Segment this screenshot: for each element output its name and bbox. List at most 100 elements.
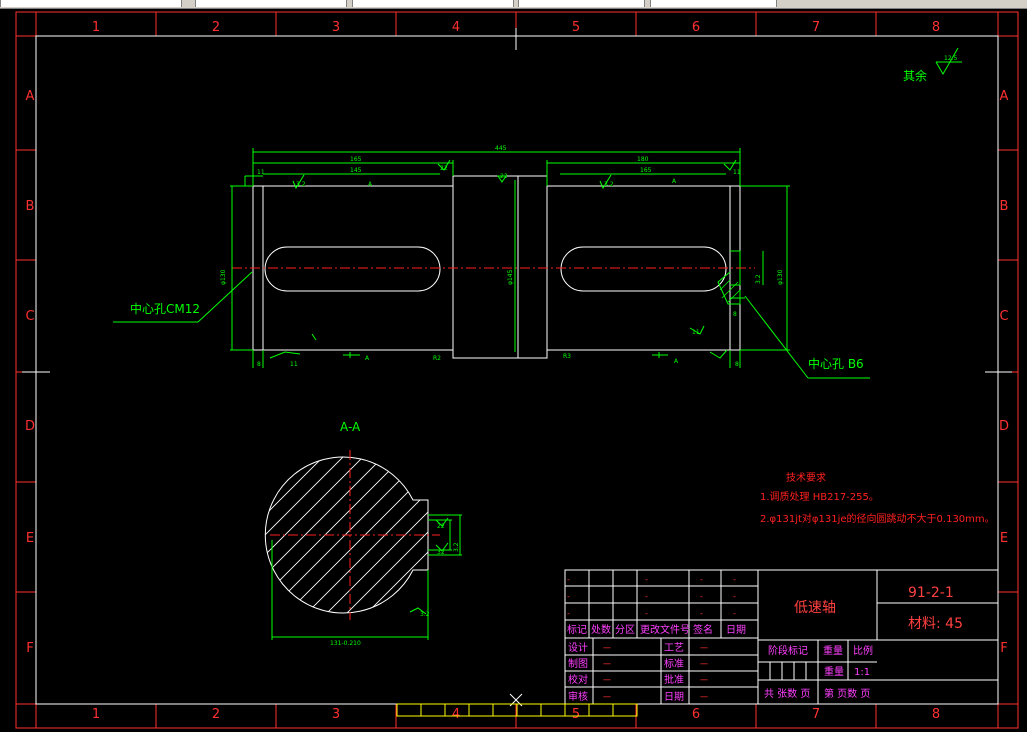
svg-text:180: 180 xyxy=(637,156,649,163)
svg-text:4: 4 xyxy=(452,707,460,722)
cad-drawing-canvas[interactable]: 1 2 3 4 5 6 7 8 1 2 3 4 5 6 7 8 A B C D … xyxy=(0,8,1027,732)
svg-text:更改文件号: 更改文件号 xyxy=(640,623,690,636)
svg-text:R2: R2 xyxy=(433,355,441,362)
svg-text:A: A xyxy=(365,355,370,362)
keyway-left xyxy=(264,246,441,292)
svg-text:校对: 校对 xyxy=(568,673,588,686)
svg-text:-: - xyxy=(733,592,736,601)
svg-text:E: E xyxy=(26,531,34,546)
svg-text:A: A xyxy=(368,181,373,188)
svg-text:3.2: 3.2 xyxy=(453,542,460,552)
svg-text:一: 一 xyxy=(603,676,611,685)
svg-text:φ145: φ145 xyxy=(507,269,514,285)
svg-text:一: 一 xyxy=(700,660,708,669)
svg-text:-: - xyxy=(567,592,570,601)
svg-text:165: 165 xyxy=(640,167,652,174)
svg-text:11: 11 xyxy=(290,361,298,368)
svg-text:5: 5 xyxy=(572,707,580,722)
material: 材料: 45 xyxy=(908,616,963,632)
center-hole-left-label: 中心孔CM12 xyxy=(130,301,200,316)
svg-text:批准: 批准 xyxy=(664,673,684,686)
svg-text:165: 165 xyxy=(350,156,362,163)
svg-text:F: F xyxy=(1000,641,1007,656)
svg-text:日期: 日期 xyxy=(664,691,684,703)
outer-frame xyxy=(15,11,1019,729)
svg-text:1.调质处理 HB217-255。: 1.调质处理 HB217-255。 xyxy=(760,491,879,503)
svg-text:制图: 制图 xyxy=(568,657,588,670)
svg-text:标准: 标准 xyxy=(664,658,684,670)
svg-text:5: 5 xyxy=(572,20,580,35)
svg-text:A: A xyxy=(672,178,677,185)
toolbar-tab-5[interactable] xyxy=(650,0,777,7)
svg-text:日期: 日期 xyxy=(726,624,746,636)
svg-text:一: 一 xyxy=(700,693,708,702)
svg-text:R3: R3 xyxy=(563,353,571,360)
dimension-lines xyxy=(230,148,790,368)
svg-text:一: 一 xyxy=(700,644,708,653)
svg-text:φ130: φ130 xyxy=(220,269,227,285)
svg-text:22: 22 xyxy=(437,523,445,530)
svg-text:分区: 分区 xyxy=(615,624,635,636)
svg-text:2: 2 xyxy=(212,707,220,722)
drawing-number: 91-2-1 xyxy=(908,585,954,601)
svg-text:8: 8 xyxy=(257,361,261,368)
svg-text:12.5: 12.5 xyxy=(944,55,958,62)
part-name: 低速轴 xyxy=(794,600,836,616)
svg-text:-: - xyxy=(700,609,703,618)
svg-text:F: F xyxy=(26,641,33,656)
svg-text:标记: 标记 xyxy=(567,624,587,636)
toolbar-tab-2[interactable] xyxy=(195,0,347,7)
svg-text:阶段标记: 阶段标记 xyxy=(768,644,808,657)
svg-text:6: 6 xyxy=(692,20,700,35)
svg-text:其余: 其余 xyxy=(903,68,927,83)
svg-text:7: 7 xyxy=(812,707,820,722)
dimension-texts: 445 165 145 180 165 11 11 22 22 3.2 3.2 … xyxy=(220,145,784,368)
svg-text:1: 1 xyxy=(92,707,100,722)
svg-text:3.2: 3.2 xyxy=(296,181,306,188)
svg-text:一: 一 xyxy=(603,660,611,669)
svg-text:一: 一 xyxy=(603,644,611,653)
toolbar-tab-4[interactable] xyxy=(518,0,645,7)
toolbar-tab-1[interactable] xyxy=(0,0,182,7)
svg-text:B: B xyxy=(1000,199,1009,214)
svg-text:8: 8 xyxy=(735,361,739,368)
svg-text:-: - xyxy=(645,575,648,584)
svg-text:工艺: 工艺 xyxy=(664,642,684,654)
toolbar-tab-3[interactable] xyxy=(352,0,514,7)
tech-requirements: 技术要求 1.调质处理 HB217-255。 2.φ131jt对φ131je的径… xyxy=(760,471,995,525)
roughness-note: 其余 12.5 xyxy=(903,47,962,83)
svg-text:C: C xyxy=(999,309,1008,324)
svg-text:3.2: 3.2 xyxy=(420,611,430,618)
svg-text:审核: 审核 xyxy=(568,690,588,703)
svg-text:445: 445 xyxy=(495,145,507,152)
svg-text:A: A xyxy=(1000,89,1009,104)
svg-text:B: B xyxy=(26,199,35,214)
svg-text:32: 32 xyxy=(437,549,445,556)
title-block: --- --- --- --- 一一一一 一一一一 标记 处数 分区 更改文件号… xyxy=(564,569,999,705)
svg-text:11: 11 xyxy=(733,169,741,176)
svg-text:-: - xyxy=(567,609,570,618)
svg-text:3: 3 xyxy=(332,707,340,722)
svg-text:8: 8 xyxy=(932,707,940,722)
svg-text:重量: 重量 xyxy=(823,644,843,657)
center-hole-right-label: 中心孔 B6 xyxy=(808,356,864,371)
svg-text:一: 一 xyxy=(603,693,611,702)
svg-text:-: - xyxy=(733,609,736,618)
svg-text:2.φ131jt对φ131je的径向圆跳动不大于0.130m: 2.φ131jt对φ131je的径向圆跳动不大于0.130mm。 xyxy=(760,512,995,525)
svg-text:3.2: 3.2 xyxy=(755,274,762,284)
svg-text:-: - xyxy=(733,575,736,584)
svg-text:145: 145 xyxy=(350,167,362,174)
svg-text:4: 4 xyxy=(452,20,460,35)
svg-text:重量: 重量 xyxy=(824,665,844,678)
svg-text:7: 7 xyxy=(812,20,820,35)
bottom-scale-strip xyxy=(396,703,638,717)
svg-text:-: - xyxy=(700,592,703,601)
svg-text:A: A xyxy=(674,358,679,365)
svg-text:11: 11 xyxy=(257,169,265,176)
svg-text:3: 3 xyxy=(332,20,340,35)
svg-text:一: 一 xyxy=(700,676,708,685)
svg-text:处数: 处数 xyxy=(591,623,611,636)
svg-text:131-0.210: 131-0.210 xyxy=(330,640,361,647)
zone-ticks xyxy=(16,12,1018,728)
svg-text:技术要求: 技术要求 xyxy=(786,471,826,484)
